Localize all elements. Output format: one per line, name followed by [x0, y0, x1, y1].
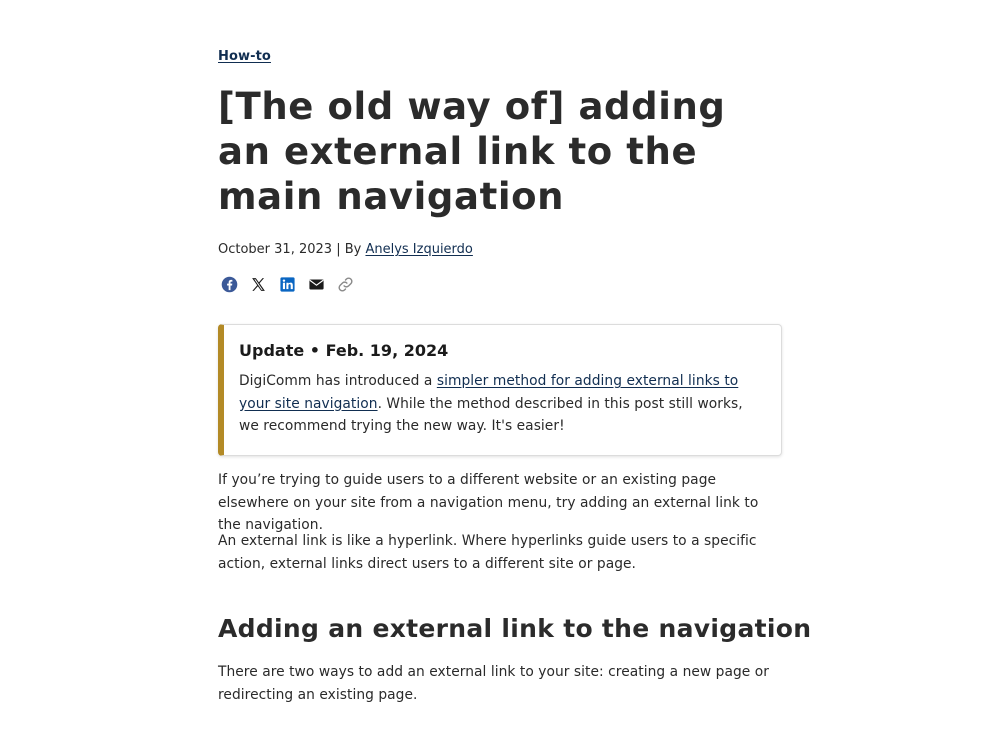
section-paragraph: There are two ways to add an external li…: [218, 664, 769, 703]
update-body: DigiComm has introduced a simpler method…: [239, 370, 765, 438]
update-title: Update • Feb. 19, 2024: [239, 341, 449, 360]
page-title: [The old way of] adding an external link…: [218, 85, 726, 218]
email-icon[interactable]: [308, 276, 325, 293]
article-meta: October 31, 2023 | By Anelys Izquierdo: [218, 242, 473, 257]
definition-paragraph: An external link is like a hyperlink. Wh…: [218, 533, 757, 572]
x-icon[interactable]: [250, 276, 267, 293]
author-link[interactable]: Anelys Izquierdo: [365, 242, 472, 257]
intro-paragraph: If you’re trying to guide users to a dif…: [218, 472, 759, 533]
share-bar: [221, 276, 354, 293]
facebook-icon[interactable]: [221, 276, 238, 293]
section-heading: Adding an external link to the navigatio…: [218, 614, 812, 643]
publish-date: October 31, 2023: [218, 242, 333, 257]
copy-link-icon[interactable]: [337, 276, 354, 293]
category-link[interactable]: How-to: [218, 49, 271, 64]
byline-separator: | By: [332, 242, 366, 257]
update-callout: Update • Feb. 19, 2024 DigiComm has intr…: [218, 324, 782, 456]
linkedin-icon[interactable]: [279, 276, 296, 293]
update-body-prefix: DigiComm has introduced a: [239, 373, 437, 389]
